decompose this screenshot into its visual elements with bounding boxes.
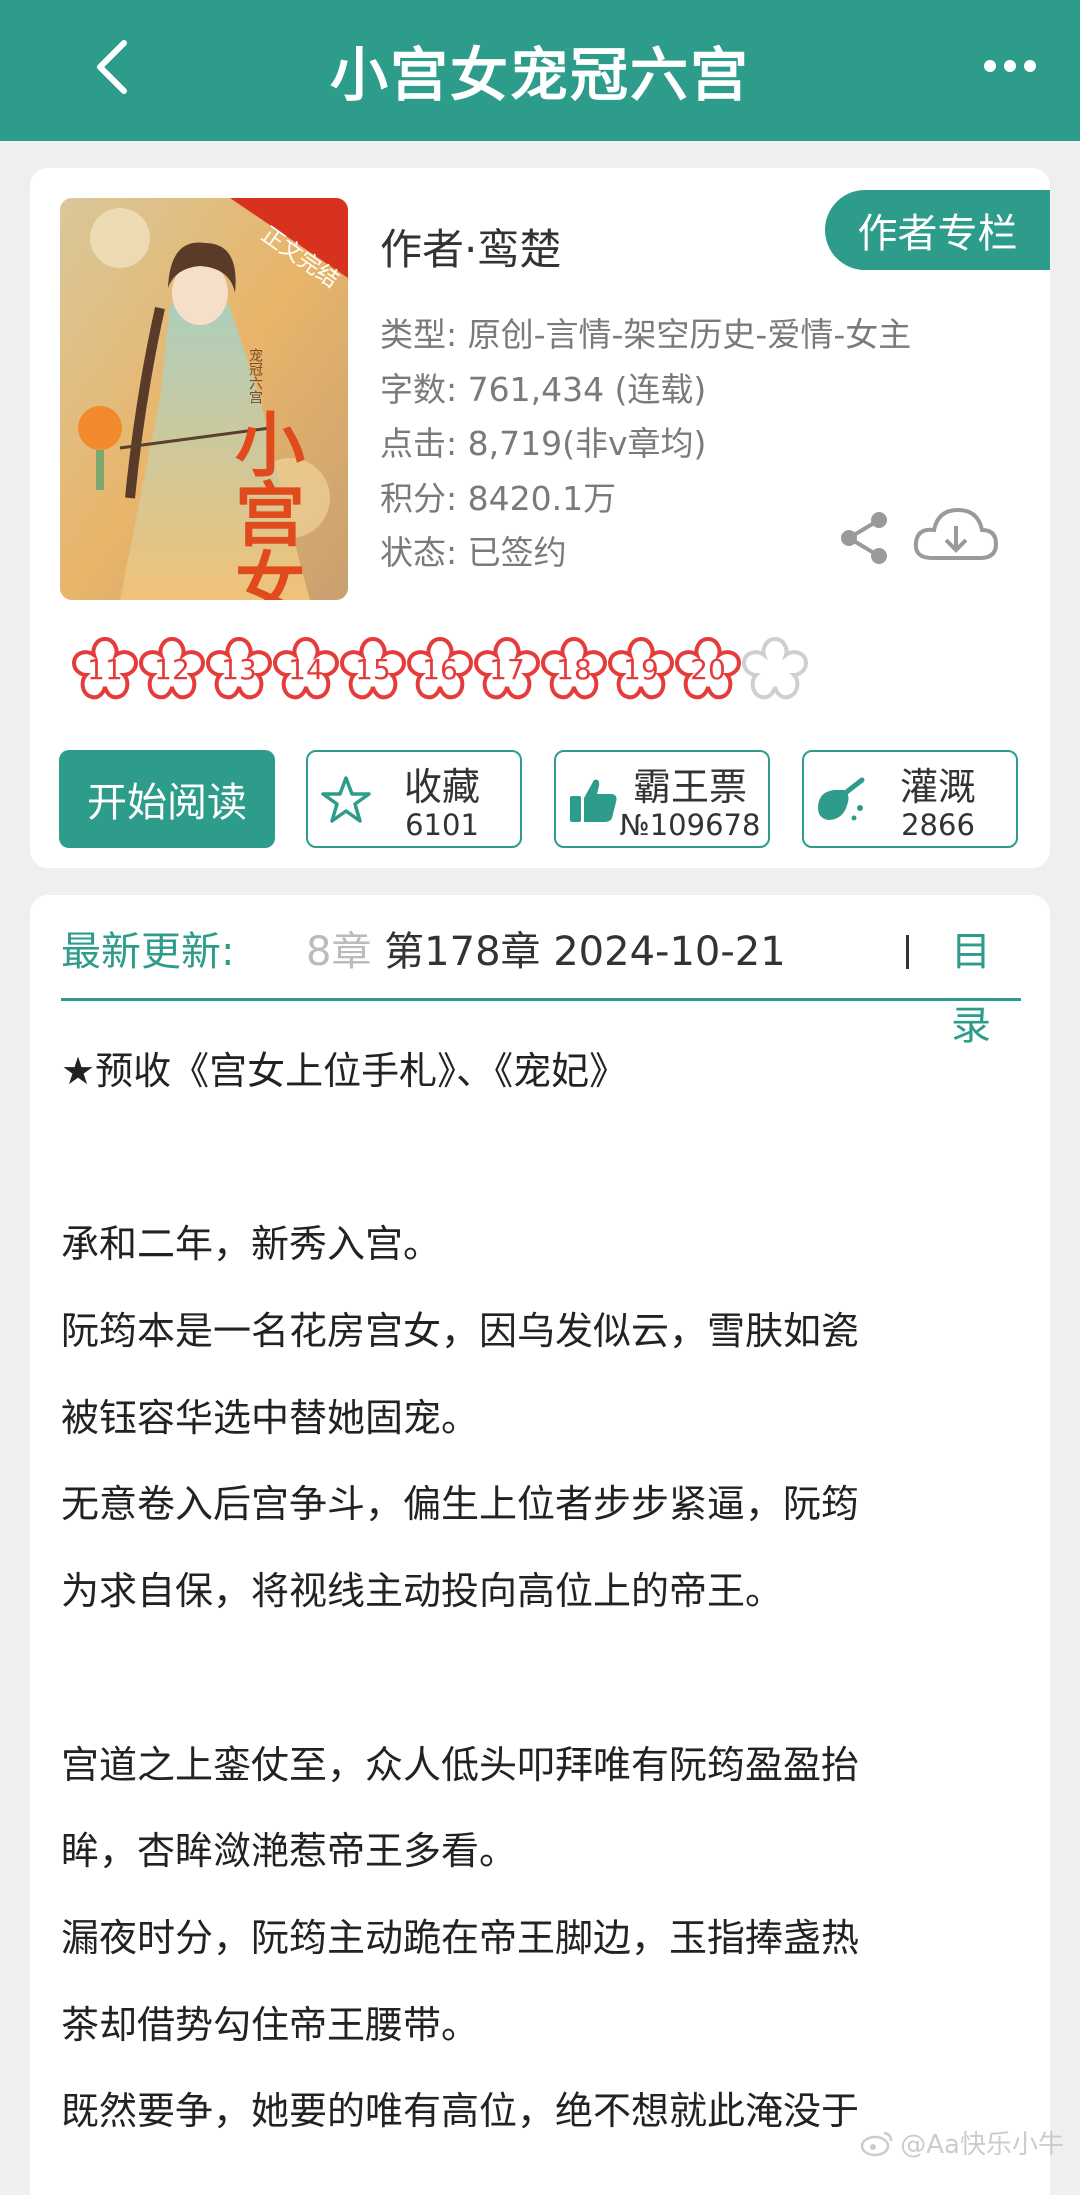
collect-label: 收藏: [403, 765, 480, 809]
latest-update-row: 最新更新: 8章 第178章 2024-10-21 目录: [61, 915, 1021, 1049]
book-info-card: 正文完结 小宫女 宠冠六宫 作者·鸾楚 作者专栏 类型: 原创-言情-架空历史-…: [30, 168, 1050, 868]
cover-subtitle: 宠冠六宫: [247, 348, 263, 404]
more-dots-icon: [984, 60, 1036, 72]
more-options-button[interactable]: [970, 36, 1050, 96]
latest-chapter-link[interactable]: 8章 第178章 2024-10-21: [306, 915, 901, 989]
vote-button[interactable]: 霸王票 №109678: [554, 750, 770, 848]
weibo-logo-icon: [861, 2131, 893, 2156]
cloud-download-icon: [913, 507, 999, 560]
description-line: 漏夜时分，阮筠主动跪在帝王脚边，玉指捧盏热: [61, 1915, 860, 1960]
watermark: @Aa快乐小牛: [860, 2124, 1064, 2161]
description-line: 无意卷入后宫争斗，偏生上位者步步紧逼，阮筠: [61, 1482, 860, 1527]
collect-count: 6101: [405, 808, 479, 842]
description-line: 茶却借势勾住帝王腰带。: [61, 2002, 480, 2047]
start-reading-button[interactable]: 开始阅读: [59, 750, 275, 848]
meta-status: 状态: 已签约: [380, 533, 567, 572]
book-cover-image[interactable]: 正文完结 小宫女 宠冠六宫: [60, 198, 348, 600]
share-icon: [841, 512, 887, 564]
author-column-button[interactable]: 作者专栏: [825, 190, 1050, 270]
meta-score: 积分: 8420.1万: [380, 478, 617, 518]
top-app-bar: 小宫女宠冠六宫: [0, 0, 1080, 141]
cover-title: 小宫女: [224, 408, 307, 600]
description-line: [61, 1635, 1036, 1722]
flower-reward-strip: 11 12 13 14 15 16 17 18 19 20: [66, 633, 1056, 713]
description-line: 眸，杏眸潋滟惹帝王多看。: [61, 1829, 518, 1874]
water-count: 2866: [901, 808, 975, 842]
book-description: ★预收《宫女上位手札》、《宠妃》 承和二年，新秀入宫。 阮筠本是一名花房宫女，因…: [61, 1028, 1036, 2155]
description-line: 被钰容华选中替她固宠。: [61, 1395, 480, 1440]
star-icon: [321, 776, 371, 823]
description-line: [61, 1115, 1036, 1202]
water-label: 灌溉: [899, 765, 976, 809]
watermark-text: @Aa快乐小牛: [900, 2130, 1064, 2160]
flower-icon: [741, 636, 809, 700]
collect-button[interactable]: 收藏 6101: [306, 750, 522, 848]
book-meta-list: 类型: 原创-言情-架空历史-爱情-女主 字数: 761,434 (连载) 点击…: [380, 308, 911, 581]
flower-badge-partial[interactable]: [736, 633, 814, 711]
author-name[interactable]: 作者·鸾楚: [380, 216, 561, 277]
vote-label: 霸王票: [632, 765, 747, 809]
watering-flask-icon: [818, 777, 865, 821]
description-line: 宫道之上銮仗至，众人低头叩拜唯有阮筠盈盈抬: [61, 1742, 860, 1787]
latest-update-label: 最新更新:: [61, 929, 235, 975]
latest-chapter-text: 第178章 2024-10-21: [384, 929, 786, 975]
description-line: 承和二年，新秀入宫。: [61, 1222, 442, 1267]
meta-type: 类型: 原创-言情-架空历史-爱情-女主: [380, 315, 912, 354]
latest-chapter-scrolled-text: 8章: [306, 929, 372, 975]
vote-count: №109678: [619, 808, 761, 842]
download-button[interactable]: [910, 500, 1000, 572]
page-title: 小宫女宠冠六宫: [329, 41, 750, 109]
water-button[interactable]: 灌溉 2866: [802, 750, 1018, 848]
latest-divider: [906, 935, 909, 969]
book-cover-illustration: 正文完结 小宫女 宠冠六宫: [60, 198, 348, 600]
description-line: 阮筠本是一名花房宫女，因乌发似云，雪肤如瓷: [61, 1309, 860, 1354]
description-card: 最新更新: 8章 第178章 2024-10-21 目录 ★预收《宫女上位手札》…: [30, 895, 1050, 2195]
share-button[interactable]: [835, 508, 895, 568]
section-divider: [61, 998, 1021, 1001]
meta-clicks: 点击: 8,719(非v章均): [380, 424, 707, 463]
thumbs-up-icon: [570, 779, 617, 822]
description-line: ★预收《宫女上位手札》、《宠妃》: [61, 1049, 628, 1093]
meta-word-count: 字数: 761,434 (连载): [380, 369, 707, 409]
description-line: 为求自保，将视线主动投向高位上的帝王。: [61, 1569, 784, 1614]
